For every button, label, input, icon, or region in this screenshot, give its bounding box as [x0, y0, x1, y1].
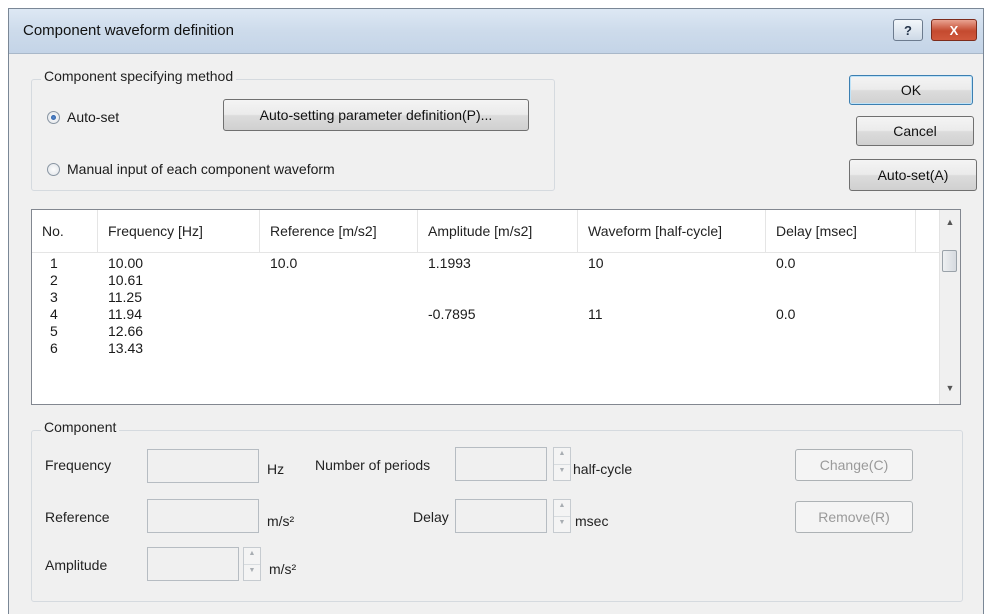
- stepper-down-icon[interactable]: ▼: [554, 516, 570, 532]
- remove-button-label: Remove(R): [818, 509, 890, 525]
- help-button[interactable]: ?: [893, 19, 923, 41]
- auto-param-definition-label: Auto-setting parameter definition(P)...: [259, 107, 493, 123]
- amplitude-unit: m/s²: [269, 561, 297, 577]
- periods-label: Number of periods: [315, 457, 431, 473]
- periods-stepper[interactable]: ▲ ▼: [553, 447, 571, 481]
- manual-input-radio-label: Manual input of each component waveform: [67, 161, 335, 177]
- cell-no: 6: [50, 340, 58, 356]
- cell-no: 1: [50, 255, 58, 271]
- cell-frequency: 13.43: [108, 340, 144, 356]
- auto-set-button[interactable]: Auto-set(A): [849, 159, 977, 191]
- stepper-down-icon[interactable]: ▼: [554, 464, 570, 480]
- ok-button-label: OK: [900, 82, 922, 98]
- list-rows: 1 10.00 10.0 1.1993 10 0.0 2 10.61 3 11.…: [32, 255, 940, 357]
- auto-set-radio-indicator[interactable]: [47, 110, 60, 124]
- change-button-label: Change(C): [819, 457, 889, 473]
- table-row[interactable]: 1 10.00 10.0 1.1993 10 0.0: [32, 255, 940, 272]
- frequency-label: Frequency: [45, 457, 112, 473]
- column-header-amplitude[interactable]: Amplitude [m/s2]: [418, 210, 578, 252]
- remove-button[interactable]: Remove(R): [795, 501, 913, 533]
- cancel-button-label: Cancel: [893, 123, 937, 139]
- auto-set-radio[interactable]: Auto-set: [47, 109, 119, 125]
- component-list[interactable]: No. Frequency [Hz] Reference [m/s2] Ampl…: [31, 209, 961, 405]
- column-header-frequency[interactable]: Frequency [Hz]: [98, 210, 260, 252]
- stepper-up-icon[interactable]: ▲: [554, 448, 570, 464]
- cell-waveform: 11: [588, 306, 603, 322]
- column-header-no[interactable]: No.: [32, 210, 98, 252]
- method-group-legend: Component specifying method: [41, 68, 237, 84]
- cell-reference: 10.0: [270, 255, 298, 271]
- auto-set-button-label: Auto-set(A): [877, 167, 949, 183]
- cell-no: 2: [50, 272, 58, 288]
- cell-waveform: 10: [588, 255, 604, 271]
- frequency-field[interactable]: [147, 449, 259, 483]
- table-row[interactable]: 6 13.43: [32, 340, 940, 357]
- reference-label: Reference: [45, 509, 110, 525]
- component-group-legend: Component: [41, 419, 120, 435]
- cancel-button[interactable]: Cancel: [856, 116, 974, 146]
- close-button[interactable]: X: [931, 19, 977, 41]
- stepper-up-icon[interactable]: ▲: [244, 548, 260, 564]
- cell-no: 4: [50, 306, 58, 322]
- cell-amplitude: -0.7895: [428, 306, 476, 322]
- component-waveform-dialog: Component waveform definition ? X Compon…: [8, 8, 984, 614]
- cell-frequency: 11.25: [108, 289, 142, 305]
- close-icon: X: [949, 22, 959, 38]
- column-header-delay[interactable]: Delay [msec]: [766, 210, 916, 252]
- scroll-up-icon[interactable]: ▲: [940, 212, 960, 232]
- delay-field[interactable]: [455, 499, 547, 533]
- delay-unit: msec: [575, 513, 609, 529]
- cell-frequency: 10.61: [108, 272, 144, 288]
- window-title: Component waveform definition: [23, 22, 234, 39]
- amplitude-label: Amplitude: [45, 557, 108, 573]
- cell-delay: 0.0: [776, 306, 796, 322]
- auto-param-definition-button[interactable]: Auto-setting parameter definition(P)...: [223, 99, 529, 131]
- column-header-reference[interactable]: Reference [m/s2]: [260, 210, 418, 252]
- scroll-thumb[interactable]: [942, 250, 957, 272]
- reference-unit: m/s²: [267, 513, 295, 529]
- delay-label: Delay: [413, 509, 449, 525]
- stepper-down-icon[interactable]: ▼: [244, 564, 260, 580]
- cell-frequency: 10.00: [108, 255, 144, 271]
- amplitude-stepper[interactable]: ▲ ▼: [243, 547, 261, 581]
- reference-field[interactable]: [147, 499, 259, 533]
- table-row[interactable]: 3 11.25: [32, 289, 940, 306]
- manual-input-radio[interactable]: Manual input of each component waveform: [47, 161, 335, 177]
- ok-button[interactable]: OK: [849, 75, 973, 105]
- cell-no: 5: [50, 323, 58, 339]
- title-bar[interactable]: Component waveform definition ? X: [9, 9, 983, 54]
- table-row[interactable]: 5 12.66: [32, 323, 940, 340]
- table-row[interactable]: 4 11.94 -0.7895 11 0.0: [32, 306, 940, 323]
- cell-frequency: 12.66: [108, 323, 144, 339]
- periods-unit: half-cycle: [573, 461, 633, 477]
- stepper-up-icon[interactable]: ▲: [554, 500, 570, 516]
- cell-amplitude: 1.1993: [428, 255, 471, 271]
- delay-stepper[interactable]: ▲ ▼: [553, 499, 571, 533]
- cell-delay: 0.0: [776, 255, 796, 271]
- amplitude-field[interactable]: [147, 547, 239, 581]
- list-header: No. Frequency [Hz] Reference [m/s2] Ampl…: [32, 210, 940, 253]
- cell-no: 3: [50, 289, 58, 305]
- frequency-unit: Hz: [267, 461, 285, 477]
- list-scrollbar[interactable]: ▲ ▼: [939, 210, 960, 404]
- change-button[interactable]: Change(C): [795, 449, 913, 481]
- auto-set-radio-label: Auto-set: [67, 109, 120, 125]
- cell-frequency: 11.94: [108, 306, 142, 322]
- scroll-down-icon[interactable]: ▼: [940, 378, 960, 398]
- periods-field[interactable]: [455, 447, 547, 481]
- table-row[interactable]: 2 10.61: [32, 272, 940, 289]
- column-header-waveform[interactable]: Waveform [half-cycle]: [578, 210, 766, 252]
- help-icon: ?: [904, 22, 912, 38]
- manual-input-radio-indicator[interactable]: [47, 162, 60, 176]
